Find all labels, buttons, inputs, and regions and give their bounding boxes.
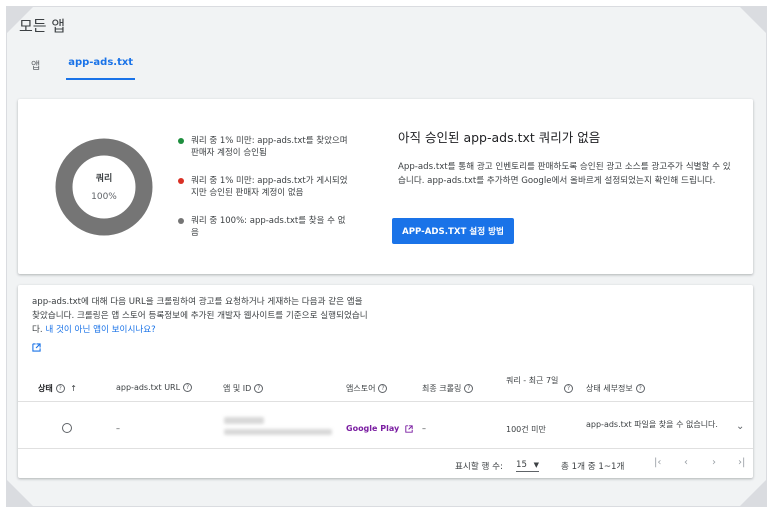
column-url-label: app-ads.txt URL: [116, 383, 181, 392]
tab-apps[interactable]: 앱: [31, 57, 40, 80]
column-app-label: 앱 및 ID: [223, 384, 252, 393]
donut-label: 쿼리: [95, 174, 113, 184]
info-title: 아직 승인된 app-ads.txt 쿼리가 없음: [398, 130, 601, 145]
tab-bar: 앱 app-ads.txt: [31, 57, 136, 80]
dropdown-arrow-icon: ▼: [533, 461, 540, 469]
column-store-label: 앱스토어: [346, 384, 376, 393]
legend-dot-icon: [178, 218, 184, 224]
query-donut-chart: 쿼리 100%: [54, 137, 154, 237]
row-last-crawl: –: [422, 424, 426, 433]
open-in-new-icon[interactable]: [405, 424, 413, 433]
column-header-url[interactable]: app-ads.txt URL?: [116, 383, 193, 392]
setup-guide-button[interactable]: APP-ADS.TXT 설정 방법: [392, 218, 514, 244]
help-icon[interactable]: ?: [635, 384, 645, 393]
donut-legend: 쿼리 중 1% 미만: app-ads.txt를 찾았으며 판매자 계정이 승인…: [178, 135, 353, 255]
row-url: –: [116, 424, 120, 433]
column-header-last-crawl[interactable]: 최종 크롤링?: [422, 383, 474, 394]
column-status-label: 상태: [38, 384, 53, 393]
summary-card: 쿼리 100% 쿼리 중 1% 미만: app-ads.txt를 찾았으며 판매…: [18, 99, 753, 274]
help-icon[interactable]: ?: [254, 384, 264, 393]
pagination-range: 총 1개 중 1~1개: [561, 462, 625, 472]
next-page-icon[interactable]: ›: [712, 457, 716, 468]
help-icon[interactable]: ?: [464, 384, 474, 393]
info-description: App-ads.txt를 통해 광고 인벤토리를 판매하도록 승인된 광고 소스…: [398, 162, 731, 186]
legend-dot-icon: [178, 138, 184, 144]
column-header-queries[interactable]: 쿼리 - 최근 7일: [506, 375, 566, 386]
help-icon[interactable]: ?: [378, 384, 388, 393]
donut-percent: 100%: [91, 192, 117, 202]
legend-text: 쿼리 중 100%: app-ads.txt를 찾을 수 없음: [191, 216, 346, 238]
last-page-icon[interactable]: ›|: [738, 457, 745, 468]
column-header-store[interactable]: 앱스토어?: [346, 383, 388, 394]
help-icon[interactable]: ?: [55, 384, 65, 393]
chevron-down-icon[interactable]: ⌄: [736, 421, 744, 432]
column-header-app[interactable]: 앱 및 ID?: [223, 383, 264, 394]
column-header-details[interactable]: 상태 세부정보?: [586, 383, 645, 394]
sort-up-icon[interactable]: ↑: [70, 384, 77, 393]
table-row-divider: [18, 448, 753, 449]
app-frame: 모든 앱 앱 app-ads.txt 쿼리 100% 쿼리 중 1% 미만: a…: [6, 6, 767, 507]
rows-per-page-select[interactable]: 15 ▼: [516, 460, 540, 472]
legend-text: 쿼리 중 1% 미만: app-ads.txt가 게시되었지만 승인된 판매자 …: [191, 176, 348, 198]
column-details-label: 상태 세부정보: [586, 384, 633, 393]
frame-corner: [740, 7, 766, 33]
frame-corner: [7, 480, 33, 506]
info-panel: 아직 승인된 app-ads.txt 쿼리가 없음 App-ads.txt를 통…: [398, 127, 738, 188]
table-header-divider: [18, 401, 753, 402]
not-my-app-link[interactable]: 내 것이 아닌 앱이 보이시나요?: [45, 325, 155, 335]
legend-item-not-found: 쿼리 중 100%: app-ads.txt를 찾을 수 없음: [178, 215, 353, 239]
column-last-crawl-label: 최종 크롤링: [422, 384, 462, 393]
page-title: 모든 앱: [19, 17, 66, 35]
crawl-table-card: app-ads.txt에 대해 다음 URL을 크롤링하여 광고를 요청하거나 …: [18, 285, 753, 478]
store-link[interactable]: Google Play: [346, 424, 399, 433]
legend-dot-icon: [178, 178, 184, 184]
redacted-app-name: [224, 417, 264, 424]
frame-corner: [740, 480, 766, 506]
crawl-description: app-ads.txt에 대해 다음 URL을 크롤링하여 광고를 요청하거나 …: [32, 295, 372, 337]
redacted-app-id: [224, 429, 332, 435]
row-details: app-ads.txt 파일을 찾을 수 없습니다.: [586, 420, 718, 429]
help-icon[interactable]: ?: [564, 384, 573, 393]
first-page-icon[interactable]: |‹: [654, 457, 661, 468]
row-queries: 100건 미만: [506, 425, 546, 434]
legend-item-approved: 쿼리 중 1% 미만: app-ads.txt를 찾았으며 판매자 계정이 승인…: [178, 135, 353, 159]
column-header-status[interactable]: 상태? ↑: [38, 383, 77, 394]
status-circle-icon: [62, 423, 72, 433]
tab-app-ads-txt[interactable]: app-ads.txt: [66, 57, 136, 80]
row-store[interactable]: Google Play: [346, 424, 413, 433]
help-icon[interactable]: ?: [183, 383, 193, 392]
legend-text: 쿼리 중 1% 미만: app-ads.txt를 찾았으며 판매자 계정이 승인…: [191, 136, 348, 158]
rows-per-page-value: 15: [516, 460, 527, 470]
donut-ring: [55, 138, 153, 236]
column-queries-label: 쿼리 - 최근 7일: [506, 376, 559, 385]
legend-item-no-seller: 쿼리 중 1% 미만: app-ads.txt가 게시되었지만 승인된 판매자 …: [178, 175, 353, 199]
rows-per-page-label: 표시할 행 수:: [455, 462, 503, 472]
previous-page-icon[interactable]: ‹: [684, 457, 688, 468]
open-in-new-icon[interactable]: [32, 343, 41, 352]
